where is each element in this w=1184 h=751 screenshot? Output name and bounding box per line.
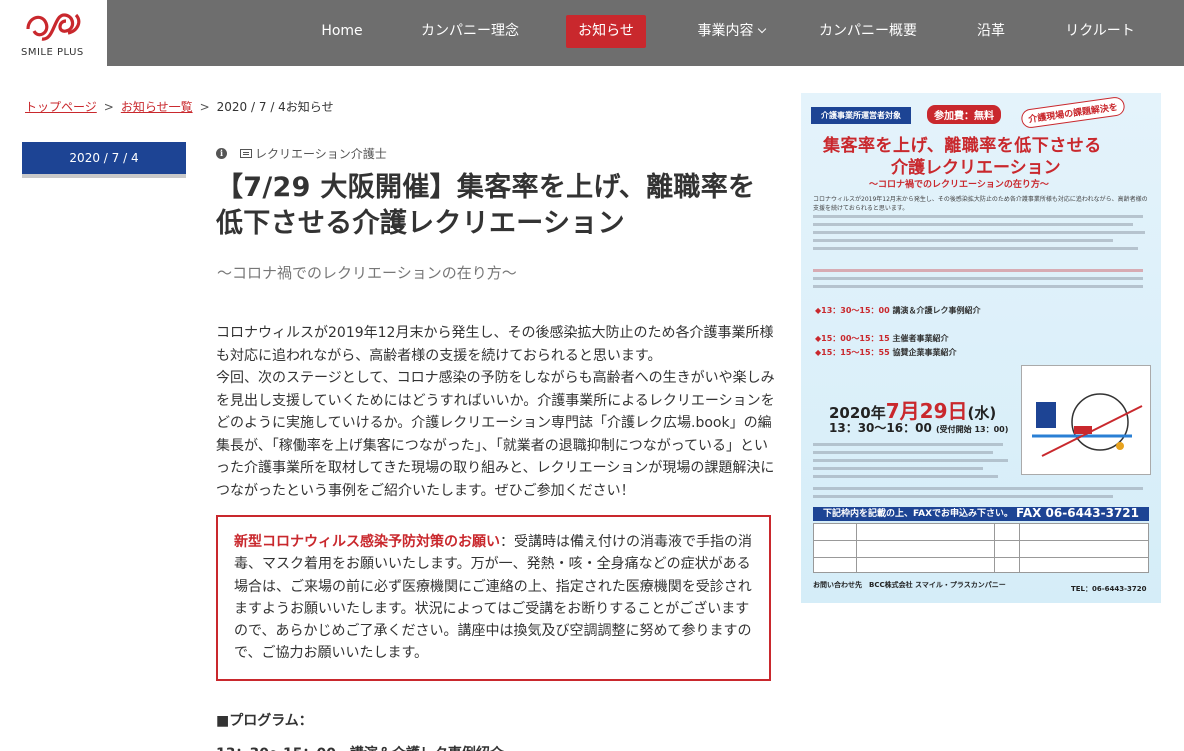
flyer-text-line xyxy=(813,215,1143,218)
flyer-schedule-label: 主催者事業紹介 xyxy=(892,334,949,343)
breadcrumb-home-link[interactable]: トップページ xyxy=(25,100,97,114)
post-category[interactable]: レクリエーション介護士 xyxy=(255,145,387,162)
flyer-target-tag: 介護事業所運営者対象 xyxy=(811,107,911,124)
flyer-text-line xyxy=(813,443,1003,446)
chevron-down-icon xyxy=(757,24,766,34)
flyer-schedule-item: ◆13：30～15：00 講演＆介護レク事例紹介 xyxy=(815,305,980,316)
breadcrumb: トップページ > お知らせ一覧 >2020 / 7 / 4お知らせ xyxy=(25,98,334,115)
flyer-schedule-time: ◆15：15～15：55 xyxy=(815,348,890,357)
post-paragraph: 今回、次のステージとして、コロナ感染の予防をしながらも高齢者への生きがいや楽しみ… xyxy=(216,370,775,499)
breadcrumb-current: 2020 / 7 / 4お知らせ xyxy=(216,100,334,114)
nav-recruit[interactable]: リクルート xyxy=(1056,15,1144,48)
post-meta: i レクリエーション介護士 xyxy=(216,145,387,162)
nav-home[interactable]: Home xyxy=(310,15,374,48)
category-icon xyxy=(240,149,252,158)
site-header: SMILE PLUS Home カンパニー理念 お知らせ 事業内容 カンパニー概… xyxy=(0,0,1184,66)
flyer-title-line2: 介護レクリエーション xyxy=(891,158,1061,178)
flyer-text-line xyxy=(813,487,1143,490)
map-icon xyxy=(1032,393,1143,457)
flyer-schedule-item: ◆15：15～15：55 協賛企業事業紹介 xyxy=(815,347,956,358)
flyer-tel: TEL：06-6443-3720 xyxy=(1071,585,1147,593)
nav-business-label: 事業内容 xyxy=(697,23,754,39)
form-col-line xyxy=(1019,524,1020,572)
flyer-contact: お問い合わせ先 BCC株式会社 スマイル・プラスカンパニー xyxy=(813,581,1006,589)
flyer-text-line xyxy=(813,285,1143,288)
form-col-line xyxy=(994,524,995,572)
flyer-text-line xyxy=(813,451,993,454)
flyer-text-line xyxy=(813,239,1113,242)
flyer-text-line xyxy=(813,269,1143,272)
info-icon: i xyxy=(216,148,227,159)
nav-news[interactable]: お知らせ xyxy=(566,15,646,48)
flyer-text-line xyxy=(813,231,1145,234)
nav-company[interactable]: カンパニー概要 xyxy=(812,15,924,48)
post-paragraph: コロナウィルスが2019年12月末から発生し、その後感染拡大防止のため各介護事業… xyxy=(216,325,774,364)
notice-text: ：受講時は備え付けの消毒液で手指の消毒、マスク着用をお願いいたします。万が一、発… xyxy=(234,534,752,662)
flyer-text-line xyxy=(813,247,1138,250)
nav-history[interactable]: 沿革 xyxy=(964,15,1018,48)
flyer-subtitle: ～コロナ禍でのレクリエーションの在り方～ xyxy=(869,180,1049,190)
nav-business[interactable]: 事業内容 xyxy=(686,15,776,48)
notice-heading: 新型コロナウィルス感染予防対策のお願い xyxy=(234,534,500,550)
flyer-schedule-label: 協賛企業事業紹介 xyxy=(892,348,957,357)
flyer-text-line xyxy=(813,277,1143,280)
flyer-access-map xyxy=(1021,365,1151,475)
flyer-text-line xyxy=(813,467,983,470)
flyer-text-line xyxy=(813,495,1113,498)
flyer-application-form xyxy=(813,523,1149,573)
post-subtitle: ～コロナ禍でのレクリエーションの在り方～ xyxy=(217,264,517,282)
flyer-catch: 介護現場の課題解決を xyxy=(1020,95,1126,130)
flyer-event-time: 13：30～16：00 (受付開始 13：00) xyxy=(829,419,1008,436)
brand-name: SMILE PLUS xyxy=(21,47,84,58)
flyer-schedule-label: 講演＆介護レク事例紹介 xyxy=(892,306,981,315)
event-flyer-image[interactable]: 介護事業所運営者対象 参加費：無料 介護現場の課題解決を 集客率を上げ、離職率を… xyxy=(801,93,1161,603)
flyer-text-line xyxy=(813,475,998,478)
flyer-fax-number: FAX 06-6443-3721 xyxy=(1016,506,1139,520)
flyer-time-note: (受付開始 13：00) xyxy=(936,425,1009,434)
program-item: 13：30～15：00 講演＆介護レク事例紹介 xyxy=(216,743,504,751)
flyer-schedule-time: ◆15：00～15：15 xyxy=(815,334,890,343)
form-row-line xyxy=(814,557,1148,558)
flyer-schedule-time: ◆13：30～15：00 xyxy=(815,306,890,315)
form-col-line xyxy=(856,524,857,572)
smile-plus-logo-icon xyxy=(26,13,81,41)
covid-notice-box: 新型コロナウィルス感染予防対策のお願い：受講時は備え付けの消毒液で手指の消毒、マ… xyxy=(216,515,771,681)
post-body: コロナウィルスが2019年12月末から発生し、その後感染拡大防止のため各介護事業… xyxy=(216,322,776,502)
flyer-schedule-item: ◆15：00～15：15 主催者事業紹介 xyxy=(815,333,948,344)
breadcrumb-news-link[interactable]: お知らせ一覧 xyxy=(121,100,193,114)
flyer-time-range: 13：30～16：00 xyxy=(829,421,932,435)
breadcrumb-separator: > xyxy=(103,100,114,114)
flyer-intro: コロナウィルスが2019年12月末から発生し、その後感染拡大防止のため各介護事業… xyxy=(813,196,1148,212)
flyer-text-line xyxy=(813,223,1133,226)
breadcrumb-separator: > xyxy=(199,100,210,114)
flyer-fee-badge: 参加費：無料 xyxy=(927,105,1001,124)
post-date-badge: 2020 / 7 / 4 xyxy=(22,142,186,178)
form-row-line xyxy=(814,540,1148,541)
flyer-text-line xyxy=(813,459,1008,462)
program-heading: ■プログラム： xyxy=(216,713,313,729)
post-title: 【7/29 大阪開催】集客率を上げ、離職率を低下させる介護レクリエーション xyxy=(216,172,756,239)
nav-philosophy[interactable]: カンパニー理念 xyxy=(414,15,526,48)
logo[interactable]: SMILE PLUS xyxy=(0,0,107,66)
